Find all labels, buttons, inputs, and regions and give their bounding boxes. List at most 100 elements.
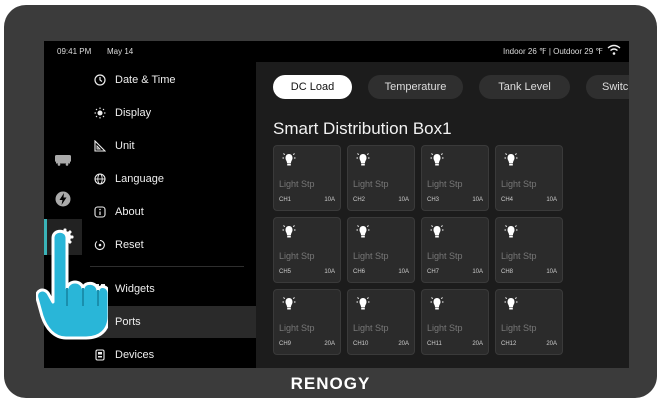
channel-label: Light Stp [427,323,463,333]
brand-logo: RENOGY [290,374,371,393]
info-icon [94,206,106,218]
channel-amperage: 10A [472,197,483,203]
channel-number: CH9 [279,341,292,347]
channel-label: Light Stp [501,323,537,333]
channel-card[interactable]: Light Stp CH4 10A [495,145,563,211]
menu-item-label: Devices [115,349,155,361]
menu-divider [90,266,244,267]
channel-card[interactable]: Light Stp CH10 20A [347,289,415,355]
light-bulb-icon [282,153,296,166]
channel-label: Light Stp [427,179,463,189]
channel-amperage: 10A [324,197,335,203]
status-date: May 14 [107,47,134,56]
channel-label: Light Stp [353,251,389,261]
channel-number: CH3 [427,197,440,203]
menu-item-language[interactable]: Language [82,163,256,195]
menu-item-devices[interactable]: Devices [82,339,256,368]
menu-item-label: Ports [115,316,141,328]
light-bulb-icon [356,297,370,310]
channel-number: CH10 [353,341,369,347]
channel-card[interactable]: Light Stp CH8 10A [495,217,563,283]
channel-amperage: 20A [398,341,409,347]
tab-switch[interactable]: Switc [586,75,629,99]
channel-card[interactable]: Light Stp CH12 20A [495,289,563,355]
light-bulb-icon [356,225,370,238]
devices-icon [94,349,106,361]
channel-amperage: 10A [398,269,409,275]
light-bulb-icon [430,153,444,166]
channel-amperage: 20A [546,341,557,347]
channel-label: Light Stp [279,323,315,333]
globe-icon [94,173,106,185]
channel-label: Light Stp [353,323,389,333]
touch-screen: 09:41 PM May 14 Indoor 26 ℉ | Outdoor 29… [44,41,629,368]
channel-card[interactable]: Light Stp CH6 10A [347,217,415,283]
menu-item-label: Date & Time [115,74,176,86]
channel-amperage: 10A [546,197,557,203]
tab-tank-level[interactable]: Tank Level [479,75,570,99]
channel-card[interactable]: Light Stp CH2 10A [347,145,415,211]
ports-panel: DC Load Temperature Tank Level Switc Sma… [256,62,629,368]
channel-number: CH11 [427,341,442,347]
channel-amperage: 10A [546,269,557,275]
channel-label: Light Stp [501,179,537,189]
channel-number: CH5 [279,269,292,275]
rail-item-energy[interactable] [44,181,82,217]
menu-item-label: Reset [115,239,144,251]
channel-amperage: 10A [472,269,483,275]
light-bulb-icon [356,153,370,166]
clock-icon [94,74,106,86]
ruler-icon [94,140,106,152]
light-bulb-icon [504,153,518,166]
channel-number: CH12 [501,341,517,347]
channel-number: CH8 [501,269,514,275]
rail-item-rv[interactable] [44,142,82,178]
channel-number: CH1 [279,197,292,203]
light-bulb-icon [504,225,518,238]
menu-item-unit[interactable]: Unit [82,130,256,162]
channel-card[interactable]: Light Stp CH7 10A [421,217,489,283]
channel-card[interactable]: Light Stp CH3 10A [421,145,489,211]
channel-card[interactable]: Light Stp CH5 10A [273,217,341,283]
channel-amperage: 10A [324,269,335,275]
channel-label: Light Stp [501,251,537,261]
status-time: 09:41 PM [57,47,92,56]
brightness-icon [94,107,106,119]
light-bulb-icon [282,225,296,238]
rv-icon [55,155,71,166]
channel-number: CH7 [427,269,440,275]
channel-amperage: 10A [398,197,409,203]
bolt-icon [55,191,71,207]
channel-card[interactable]: Light Stp CH9 20A [273,289,341,355]
light-bulb-icon [504,297,518,310]
channel-label: Light Stp [427,251,463,261]
channel-number: CH4 [501,197,514,203]
light-bulb-icon [430,297,444,310]
channel-card[interactable]: Light Stp CH1 10A [273,145,341,211]
channel-label: Light Stp [279,251,315,261]
menu-item-widgets[interactable]: Widgets [82,273,256,305]
menu-item-about[interactable]: About [82,196,256,228]
settings-menu: Date & Time Display Unit Language About [82,62,256,368]
channel-label: Light Stp [279,179,315,189]
menu-item-label: About [115,206,144,218]
menu-item-label: Unit [115,140,135,152]
menu-item-ports[interactable]: Ports [82,306,256,338]
menu-item-date-time[interactable]: Date & Time [82,64,256,96]
light-bulb-icon [282,297,296,310]
pointing-hand-icon [36,229,108,340]
channel-label: Light Stp [353,179,389,189]
menu-item-display[interactable]: Display [82,97,256,129]
status-temperature: Indoor 26 ℉ | Outdoor 29 ℉ [502,47,603,56]
channel-amperage: 20A [472,341,483,347]
menu-item-reset[interactable]: Reset [82,229,256,261]
channel-number: CH2 [353,197,366,203]
channel-number: CH6 [353,269,366,275]
channel-card[interactable]: Light Stp CH11 20A [421,289,489,355]
tab-dc-load[interactable]: DC Load [273,75,352,99]
light-bulb-icon [430,225,444,238]
wifi-icon [607,44,621,55]
status-bar: 09:41 PM May 14 Indoor 26 ℉ | Outdoor 29… [44,41,629,62]
menu-item-label: Widgets [115,283,155,295]
tab-temperature[interactable]: Temperature [368,75,463,99]
